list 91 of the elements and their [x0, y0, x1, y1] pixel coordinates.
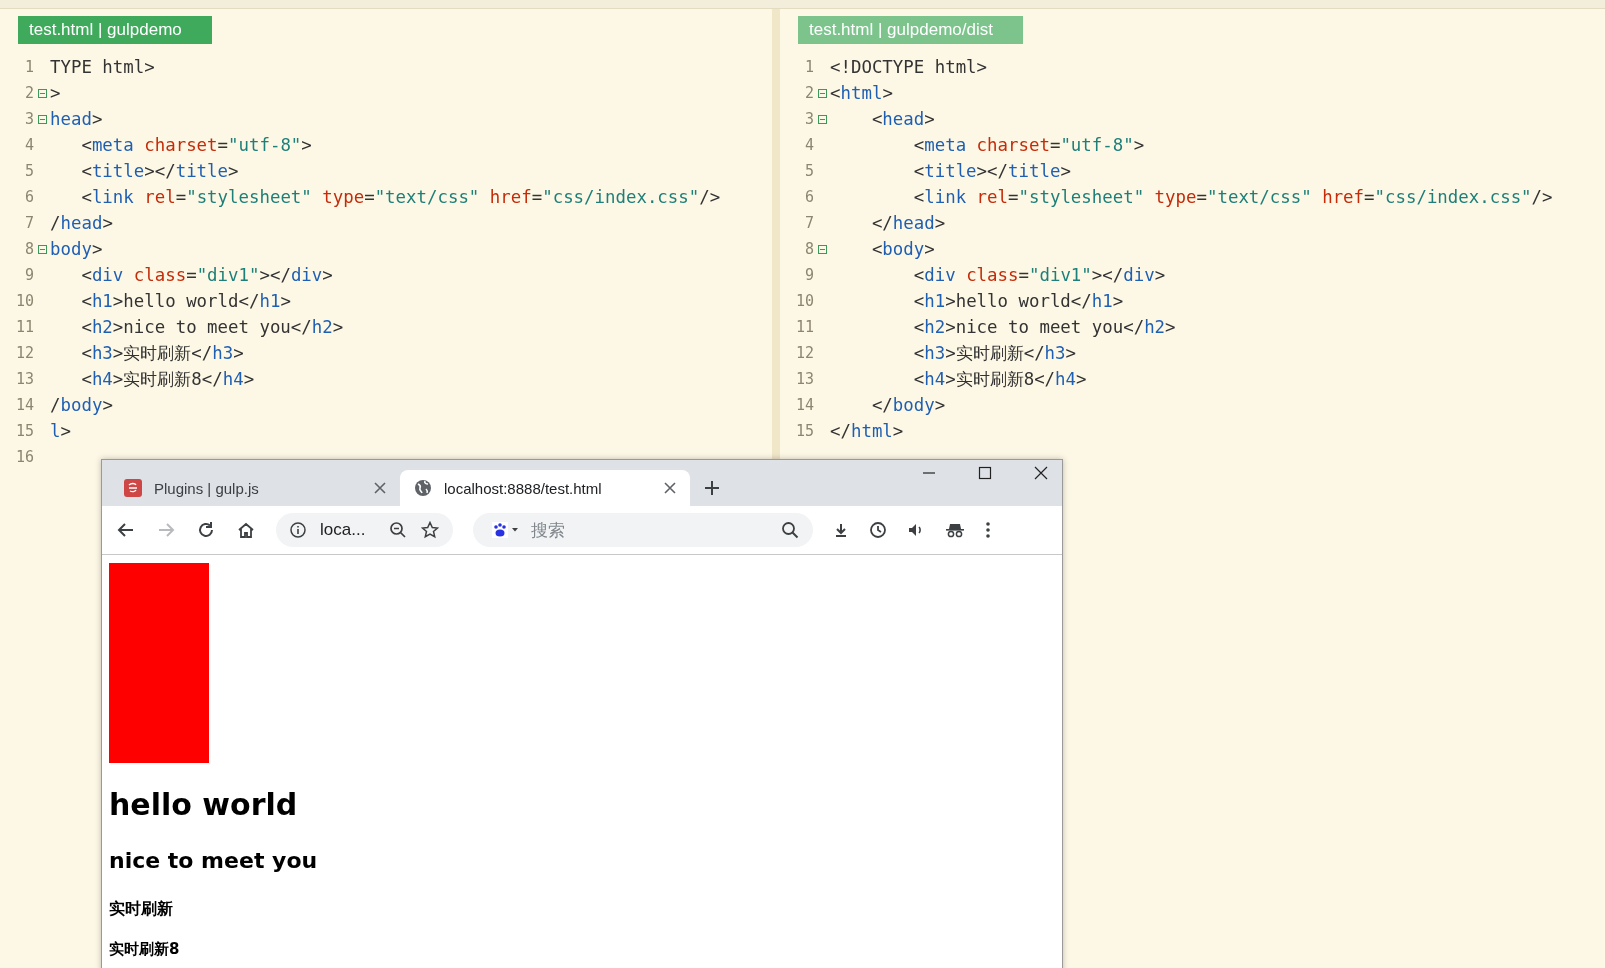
line-number: 15 [14, 422, 34, 440]
search-input[interactable]: 搜索 [529, 519, 774, 541]
line-number: 13 [794, 370, 814, 388]
code-line: <h4>实时刷新8</h4> [80, 368, 255, 391]
code-line: <h4>实时刷新8</h4> [912, 368, 1087, 391]
maximize-icon[interactable] [978, 466, 992, 480]
line-number: 8 [23, 240, 34, 258]
code-line: </head> [870, 213, 946, 233]
line-number: 16 [14, 448, 34, 466]
code-line: </body> [870, 395, 946, 415]
line-number: 6 [803, 188, 814, 206]
code-line: <body> [870, 239, 935, 259]
star-icon[interactable] [421, 521, 440, 539]
code-line: <h3>实时刷新</h3> [80, 342, 244, 365]
line-number: 11 [14, 318, 34, 336]
gulp-logo-icon [124, 479, 142, 497]
close-icon[interactable] [1034, 466, 1048, 480]
code-line: body> [50, 239, 103, 259]
clock-icon[interactable] [869, 521, 888, 539]
address-bar[interactable]: loca... [276, 513, 454, 547]
reload-icon[interactable] [196, 520, 216, 540]
line-number: 1 [23, 58, 34, 76]
line-number: 12 [14, 344, 34, 362]
browser-tab[interactable]: Plugins | gulp.js [110, 470, 400, 506]
code-line: TYPE html> [50, 57, 155, 77]
line-number: 3 [23, 110, 34, 128]
page-heading: 实时刷新8 [109, 940, 181, 959]
search-icon[interactable] [781, 521, 800, 539]
line-number: 10 [794, 292, 814, 310]
fold-toggle-icon[interactable] [37, 114, 47, 124]
home-icon[interactable] [236, 520, 256, 540]
code-line: /head> [50, 213, 113, 233]
globe-icon [414, 479, 432, 497]
line-number: 2 [23, 84, 34, 102]
line-number: 7 [803, 214, 814, 232]
page-heading: hello world [109, 787, 299, 822]
fold-toggle-icon[interactable] [37, 88, 47, 98]
line-number: 15 [794, 422, 814, 440]
line-number: 4 [23, 136, 34, 154]
fold-toggle-icon[interactable] [817, 114, 827, 124]
code-line: <meta charset="utf-8"> [80, 135, 312, 155]
zoom-out-icon[interactable] [389, 521, 408, 539]
fold-toggle-icon[interactable] [817, 244, 827, 254]
line-number: 8 [803, 240, 814, 258]
code-line: <h1>hello world</h1> [912, 291, 1124, 311]
code-line: <h2>nice to meet you</h2> [912, 317, 1176, 337]
line-number: 5 [23, 162, 34, 180]
code-line: <head> [870, 109, 935, 129]
line-number: 14 [794, 396, 814, 414]
line-number: 14 [14, 396, 34, 414]
code-line: /body> [50, 395, 113, 415]
close-icon[interactable] [664, 482, 676, 494]
browser-tab[interactable]: localhost:8888/test.html [400, 470, 690, 506]
code-line: <h1>hello world</h1> [80, 291, 291, 311]
line-number: 5 [803, 162, 814, 180]
line-number: 6 [23, 188, 34, 206]
code-line: <h3>实时刷新</h3> [912, 342, 1077, 365]
line-number: 9 [803, 266, 814, 284]
line-number: 13 [14, 370, 34, 388]
page-heading: nice to meet you [109, 848, 319, 873]
page-heading: 实时刷新 [109, 899, 174, 920]
code-line: head> [50, 109, 103, 129]
code-line: <title></title> [912, 161, 1071, 181]
line-number: 11 [794, 318, 814, 336]
line-number: 9 [23, 266, 34, 284]
line-number: 12 [794, 344, 814, 362]
code-line: <div class="div1"></div> [912, 265, 1166, 285]
fold-toggle-icon[interactable] [37, 244, 47, 254]
search-field[interactable]: 搜索 [473, 513, 814, 547]
info-icon[interactable] [290, 522, 306, 538]
code-line: <meta charset="utf-8"> [912, 135, 1145, 155]
line-number: 2 [803, 84, 814, 102]
line-number: 4 [803, 136, 814, 154]
line-number: 3 [803, 110, 814, 128]
more-menu-icon[interactable] [985, 521, 992, 539]
code-line: l> [50, 421, 71, 441]
code-line: <link rel="stylesheet" type="text/css" href="css/index.css"/> [912, 187, 1553, 207]
spy-icon[interactable] [945, 521, 966, 539]
code-line: <link rel="stylesheet" type="text/css" href="css/index.css"/> [80, 187, 721, 207]
new-tab-icon[interactable] [704, 480, 720, 496]
code-line: > [50, 83, 61, 103]
code-line: <title></title> [80, 161, 239, 181]
line-number: 1 [803, 58, 814, 76]
code-line: <div class="div1"></div> [80, 265, 333, 285]
line-number: 7 [23, 214, 34, 232]
code-line: </html> [830, 421, 904, 441]
code-line: <html> [830, 83, 893, 103]
code-line: <h2>nice to meet you</h2> [80, 317, 344, 337]
fold-toggle-icon[interactable] [817, 88, 827, 98]
line-number: 10 [14, 292, 34, 310]
code-line: <!DOCTYPE html> [830, 57, 988, 77]
